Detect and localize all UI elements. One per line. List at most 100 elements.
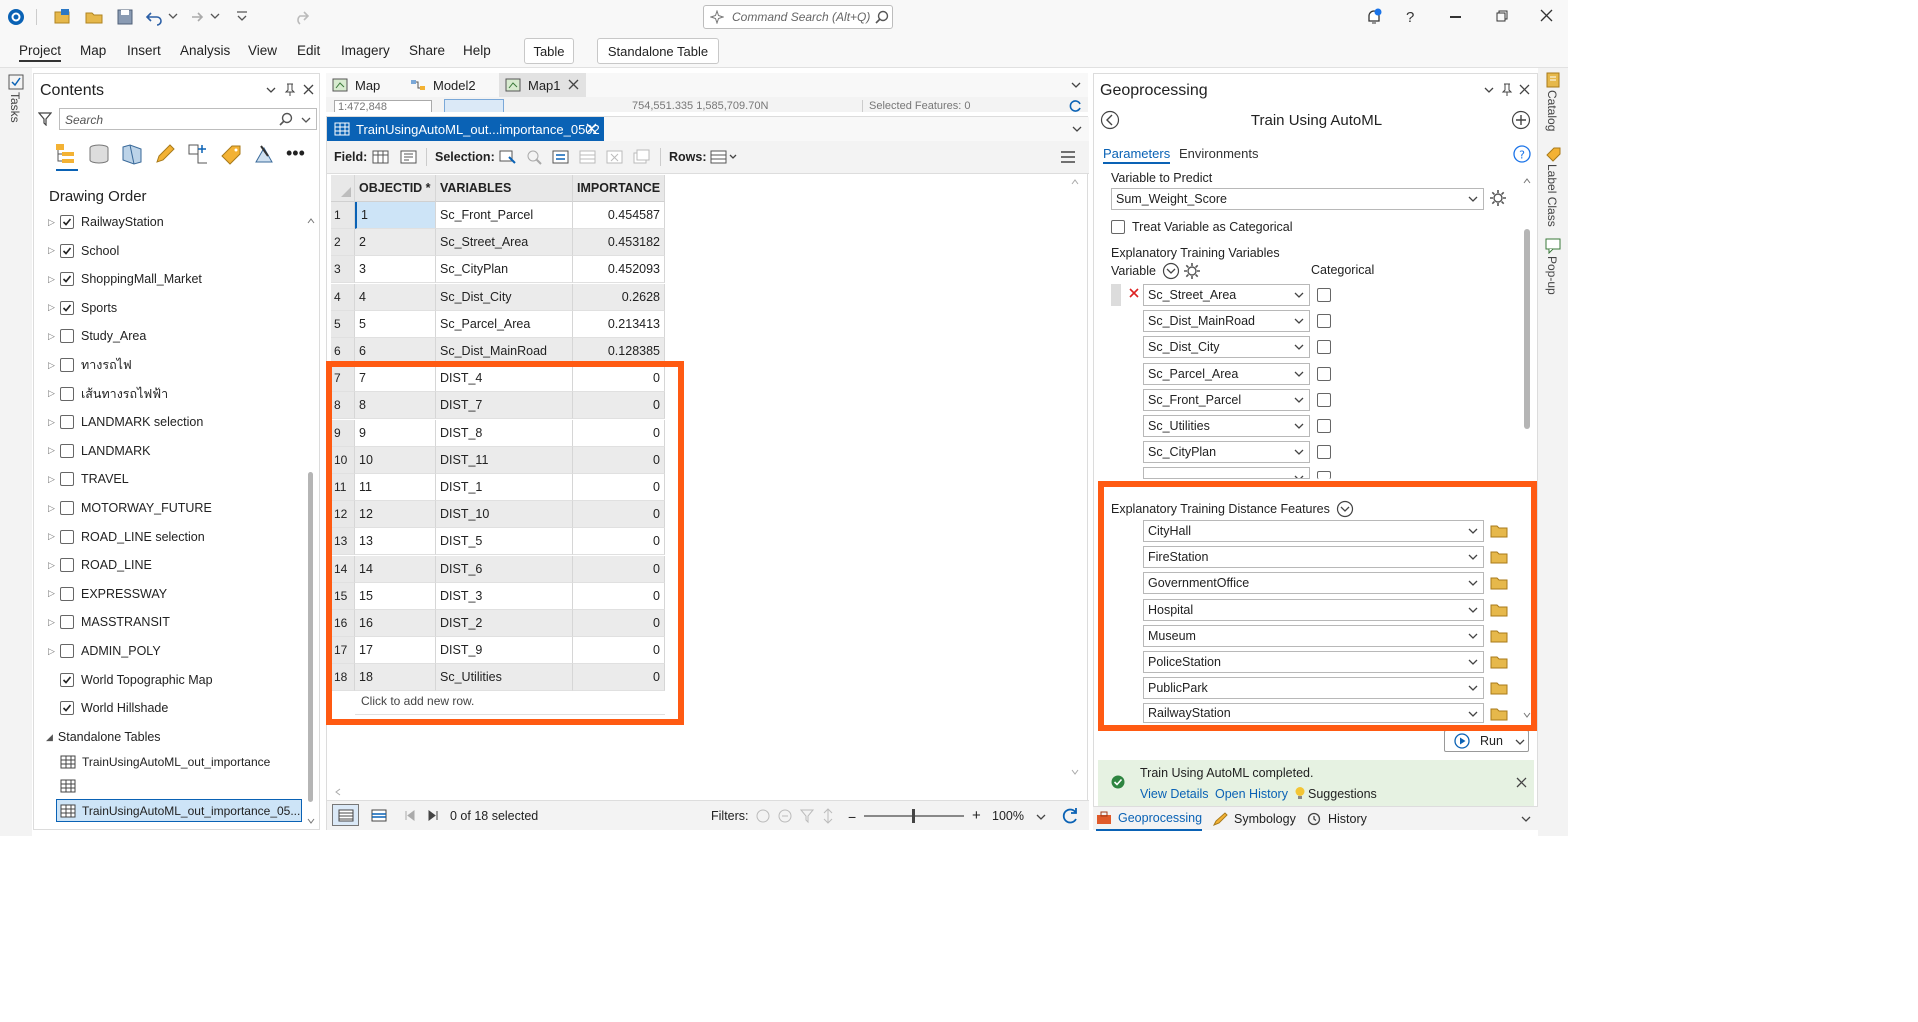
search-dropdown-icon[interactable]	[301, 116, 311, 124]
catalog-icon[interactable]	[1545, 72, 1561, 88]
menu-imagery[interactable]: Imagery	[341, 43, 390, 58]
search-icon[interactable]	[279, 112, 293, 126]
layer-visibility-checkbox[interactable]	[60, 529, 74, 544]
explanatory-variable-select[interactable]: Sc_Parcel_Area	[1143, 362, 1310, 385]
column-header-objectid[interactable]: OBJECTID *	[355, 175, 436, 202]
list-by-data-source-icon[interactable]	[87, 142, 111, 166]
contextual-tab-standalone-table[interactable]: Standalone Table	[597, 38, 719, 64]
dropdown-arrow-icon[interactable]	[1294, 446, 1304, 458]
layer-item[interactable]: ▷ EXPRESSWAY	[48, 580, 167, 608]
categorical-checkbox[interactable]	[1317, 366, 1331, 381]
menu-project[interactable]: Project	[19, 43, 62, 62]
filter-icon[interactable]	[38, 112, 52, 126]
settings-gear-icon[interactable]	[1489, 189, 1507, 207]
refresh-icon[interactable]	[1061, 807, 1079, 825]
arcgis-pro-logo-icon[interactable]	[7, 8, 25, 26]
layer-item[interactable]: World Topographic Map	[48, 666, 213, 694]
layer-item[interactable]: ▷ เส้นทางรถไฟฟ้า	[48, 380, 168, 408]
copy-selection-icon[interactable]	[633, 149, 651, 165]
dropdown-arrow-icon[interactable]	[1294, 472, 1304, 479]
expand-triangle-icon[interactable]: ▷	[48, 646, 58, 657]
contextual-tab-table[interactable]: Table	[524, 38, 574, 64]
tab-list-chevron-icon[interactable]	[1521, 815, 1531, 823]
column-header-importance[interactable]: IMPORTANCE	[573, 175, 665, 202]
categorical-checkbox[interactable]	[1317, 314, 1331, 329]
layer-visibility-checkbox[interactable]	[60, 501, 74, 515]
row-header[interactable]: 5	[331, 310, 355, 338]
add-tool-icon[interactable]	[1511, 110, 1531, 130]
treat-categorical-checkbox[interactable]	[1111, 220, 1125, 234]
expand-triangle-icon[interactable]: ▷	[48, 588, 58, 599]
scrollbar-thumb[interactable]	[308, 472, 313, 802]
show-all-records-button[interactable]	[332, 804, 359, 826]
popup-icon[interactable]	[1545, 238, 1561, 254]
categorical-checkbox[interactable]	[1317, 445, 1331, 460]
close-window-icon[interactable]	[1540, 9, 1553, 22]
dropdown-arrow-icon[interactable]	[1294, 289, 1304, 301]
categorical-checkbox[interactable]	[1317, 419, 1331, 433]
layer-visibility-checkbox[interactable]	[60, 300, 74, 315]
expand-chevron-icon[interactable]	[1162, 262, 1180, 280]
restore-icon[interactable]	[1496, 10, 1508, 22]
redo-dropdown-icon[interactable]	[210, 12, 220, 20]
cell-importance[interactable]: 0.2628	[573, 283, 665, 311]
suggestions-link[interactable]: Suggestions	[1294, 786, 1377, 801]
column-header-variables[interactable]: VARIABLES	[436, 175, 573, 202]
explanatory-variable-select[interactable]: Sc_Street_Area	[1143, 284, 1310, 306]
table-menu-icon[interactable]	[1060, 150, 1076, 164]
expand-triangle-icon[interactable]: ▷	[48, 217, 58, 228]
cell-variable[interactable]: Sc_CityPlan	[436, 256, 573, 284]
close-pane-icon[interactable]	[303, 84, 314, 95]
expand-triangle-icon[interactable]: ▷	[48, 388, 58, 399]
layer-visibility-checkbox[interactable]	[60, 443, 74, 458]
zoom-dropdown-icon[interactable]	[1036, 813, 1046, 821]
cell-importance[interactable]: 0.213413	[573, 310, 665, 338]
layer-visibility-checkbox[interactable]	[60, 243, 74, 258]
layer-visibility-checkbox[interactable]	[60, 672, 74, 687]
list-by-labeling-icon[interactable]	[219, 142, 243, 166]
menu-share[interactable]: Share	[409, 43, 445, 58]
command-search-box[interactable]: Command Search (Alt+Q)	[703, 5, 893, 29]
layer-item[interactable]: ▷ Sports	[48, 294, 117, 322]
layer-visibility-checkbox[interactable]	[60, 586, 74, 601]
zoom-to-selection-icon[interactable]	[525, 149, 543, 165]
cell-objectid[interactable]: 3	[355, 256, 436, 284]
layer-item[interactable]: ▷ School	[48, 237, 119, 265]
bottom-tab-history[interactable]: History	[1306, 807, 1367, 831]
layer-item[interactable]: ▷ TRAVEL	[48, 465, 129, 493]
customize-qat-icon[interactable]	[236, 10, 248, 22]
cell-objectid[interactable]: 1	[355, 202, 436, 229]
cell-importance[interactable]: 0.453182	[573, 229, 665, 257]
expand-triangle-icon[interactable]: ▷	[48, 503, 58, 514]
dropdown-arrow-icon[interactable]	[1294, 315, 1304, 327]
expand-triangle-icon[interactable]: ▷	[48, 331, 58, 342]
layer-item[interactable]: ▷ ทางรถไฟ	[48, 351, 132, 379]
layer-item[interactable]: ▷ ADMIN_POLY	[48, 637, 161, 665]
categorical-checkbox[interactable]	[1317, 471, 1331, 480]
menu-analysis[interactable]: Analysis	[180, 43, 230, 58]
zoom-out-icon[interactable]: −	[848, 809, 856, 825]
expand-triangle-icon[interactable]: ▷	[48, 417, 58, 428]
popup-label[interactable]: Pop-up	[1545, 256, 1559, 295]
tab-environments[interactable]: Environments	[1179, 146, 1258, 161]
layer-item[interactable]: ▷ MASSTRANSIT	[48, 608, 170, 636]
tab-parameters[interactable]: Parameters	[1103, 146, 1171, 164]
collapse-triangle-icon[interactable]: ◢	[46, 732, 53, 743]
explanatory-variable-select[interactable]: Sc_Dist_MainRoad	[1143, 310, 1310, 333]
scrollbar-thumb[interactable]	[1524, 229, 1530, 429]
switch-selection-icon[interactable]	[552, 149, 570, 165]
explanatory-variable-select[interactable]: Sc_Dist_City	[1143, 336, 1310, 359]
list-by-perspective-imagery-icon[interactable]	[252, 142, 276, 166]
map-scale-box[interactable]: 1:472,848	[334, 100, 432, 112]
categorical-checkbox[interactable]	[1317, 288, 1331, 302]
filter-extent-icon[interactable]	[755, 808, 771, 824]
first-record-icon[interactable]	[405, 810, 415, 821]
select-all-corner[interactable]	[331, 175, 355, 202]
undo-dropdown-icon[interactable]	[168, 12, 178, 20]
row-header[interactable]: 2	[331, 229, 355, 257]
explanatory-variable-select[interactable]: Sc_Utilities	[1143, 415, 1310, 437]
layer-item[interactable]: ▷ LANDMARK selection	[48, 408, 203, 436]
bottom-tab-symbology[interactable]: Symbology	[1212, 807, 1296, 831]
minimize-icon[interactable]	[1450, 16, 1461, 18]
bottom-tab-geoprocessing[interactable]: Geoprocessing	[1096, 807, 1203, 831]
